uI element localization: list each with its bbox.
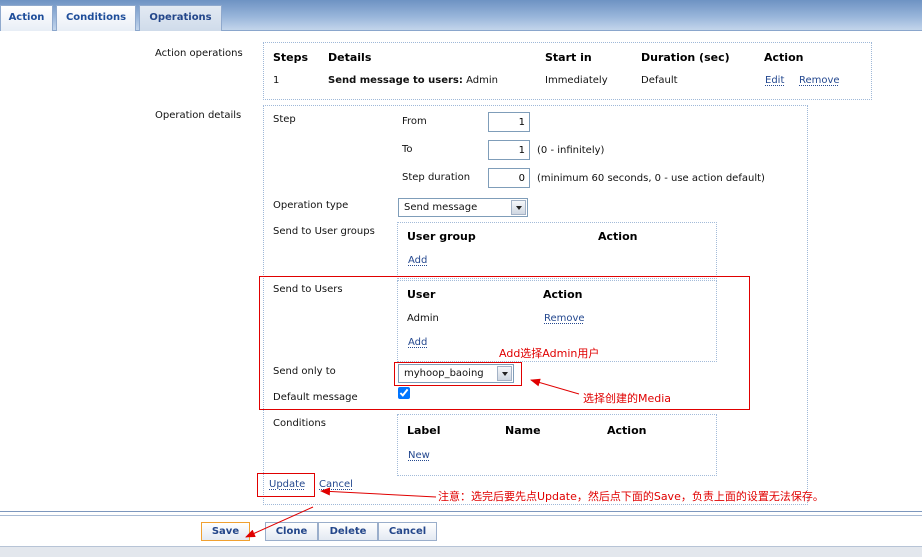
annotation-text-note: 注意：选完后要先点Update，然后点下面的Save，负责上面的设置无法保存。 <box>438 490 824 503</box>
annotation-box-send-to-users <box>259 276 750 410</box>
column-header-action: Action <box>607 424 647 437</box>
action-operations-label: Action operations <box>155 48 243 59</box>
annotation-box-media-select <box>394 362 522 386</box>
column-header-action: Action <box>598 230 638 243</box>
cancel-link[interactable]: Cancel <box>319 479 353 491</box>
cancel-button[interactable]: Cancel <box>378 522 437 541</box>
operation-details-label: Operation details <box>155 110 242 121</box>
column-header-steps: Steps <box>273 51 309 64</box>
step-from-label: From <box>402 116 427 127</box>
conditions-box: Label Name Action New <box>397 414 717 476</box>
column-header-duration: Duration (sec) <box>641 51 730 64</box>
column-header-user-group: User group <box>407 230 476 243</box>
details-value: Admin <box>466 75 498 86</box>
cell-duration: Default <box>641 75 678 86</box>
tab-action[interactable]: Action <box>0 5 53 31</box>
step-duration-label: Step duration <box>402 172 471 183</box>
operation-type-label: Operation type <box>273 200 349 211</box>
cell-details: Send message to users: Admin <box>328 75 498 87</box>
table-row: 1 Send message to users: Admin Immediate… <box>264 75 871 89</box>
step-from-input[interactable] <box>488 112 530 132</box>
user-groups-label: Send to User groups <box>273 226 375 237</box>
user-groups-box: User group Action Add <box>397 222 717 279</box>
conditions-label: Conditions <box>273 418 326 429</box>
column-header-label: Label <box>407 424 441 437</box>
footer-bar <box>0 511 922 546</box>
annotation-text-select-media: 选择创建的Media <box>583 392 672 405</box>
step-label: Step <box>273 114 296 125</box>
details-label: Send message to users: <box>328 75 463 86</box>
remove-operation-link[interactable]: Remove <box>799 75 840 87</box>
step-to-hint: (0 - infinitely) <box>537 145 605 156</box>
action-operations-table: Steps Details Start in Duration (sec) Ac… <box>263 42 872 100</box>
column-header-start-in: Start in <box>545 51 592 64</box>
tab-conditions[interactable]: Conditions <box>56 5 136 31</box>
column-header-action: Action <box>764 51 804 64</box>
tab-operations[interactable]: Operations <box>139 5 222 31</box>
tab-bar: Action Conditions Operations <box>0 0 922 31</box>
step-to-input[interactable] <box>488 140 530 160</box>
cell-step: 1 <box>273 75 280 86</box>
cell-start-in: Immediately <box>545 75 608 86</box>
delete-button[interactable]: Delete <box>318 522 378 541</box>
new-condition-link[interactable]: New <box>408 450 430 462</box>
save-button[interactable]: Save <box>201 522 250 541</box>
column-header-name: Name <box>505 424 541 437</box>
column-header-details: Details <box>328 51 372 64</box>
annotation-box-update <box>257 473 315 497</box>
annotation-text-add-admin: Add选择Admin用户 <box>499 347 600 360</box>
clone-button[interactable]: Clone <box>265 522 318 541</box>
bottom-band <box>0 546 922 557</box>
step-duration-hint: (minimum 60 seconds, 0 - use action defa… <box>537 173 765 184</box>
edit-operation-link[interactable]: Edit <box>765 75 784 87</box>
operation-type-select[interactable]: Send message <box>398 198 528 217</box>
operation-type-value: Send message <box>404 202 478 213</box>
chevron-down-icon[interactable] <box>511 200 526 215</box>
add-user-group-link[interactable]: Add <box>408 255 427 267</box>
step-to-label: To <box>402 144 413 155</box>
step-duration-input[interactable] <box>488 168 530 188</box>
